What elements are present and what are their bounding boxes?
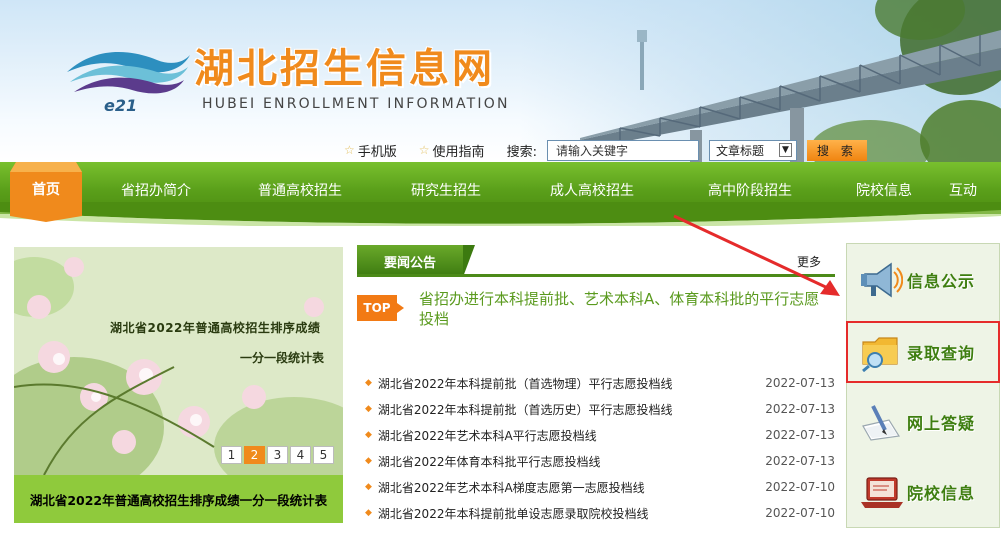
news-item[interactable]: ◆ 湖北省2022年体育本科批平行志愿投档线 2022-07-13 (365, 448, 835, 474)
news-title: 湖北省2022年本科提前批（首选历史）平行志愿投档线 (377, 402, 673, 417)
news-item[interactable]: ◆ 湖北省2022年本科提前批（首选历史）平行志愿投档线 2022-07-13 (365, 396, 835, 422)
news-date: 2022-07-13 (765, 376, 835, 390)
mobile-link[interactable]: ☆ 手机版 (344, 141, 397, 160)
bullet-icon: ◆ (365, 482, 372, 492)
news-title: 湖北省2022年本科提前批单设志愿录取院校投档线 (377, 506, 649, 521)
search-type-value: 文章标题 (715, 143, 764, 158)
pen-paper-icon (862, 405, 900, 441)
laptop-icon (861, 477, 903, 508)
top-toolbar: ☆ 手机版 ☆ 使用指南 搜索: 文章标题 ▼ 搜 索 (344, 139, 867, 161)
bullet-icon: ◆ (365, 404, 372, 414)
nav-item-adult[interactable]: 成人高校招生 (550, 180, 634, 200)
bullet-icon: ◆ (365, 456, 372, 466)
pager-button[interactable]: 4 (290, 446, 311, 464)
folder-search-icon (862, 337, 898, 372)
mobile-label: 手机版 (357, 144, 397, 160)
svg-text:e21: e21 (104, 96, 137, 115)
slide-caption[interactable]: 湖北省2022年普通高校招生排序成绩一分一段统计表 (14, 475, 343, 523)
slide-pager: 1 2 3 4 5 (219, 446, 334, 464)
search-button[interactable]: 搜 索 (806, 139, 867, 161)
bullet-icon: ◆ (365, 430, 372, 440)
slide-title-line1: 湖北省2022年普通高校招生排序成绩 (110, 321, 321, 335)
news-panel: 要闻公告 更多 TOP 省招办进行本科提前批、艺术本科A、体育本科批的平行志愿投… (357, 245, 835, 535)
news-item[interactable]: ◆ 湖北省2022年本科提前批（首选物理）平行志愿投档线 2022-07-13 (365, 370, 835, 396)
pager-button-active[interactable]: 2 (244, 446, 265, 464)
bridge-illustration (580, 0, 1001, 162)
guide-link[interactable]: ☆ 使用指南 (419, 141, 485, 160)
nav-item-graduate[interactable]: 研究生招生 (411, 180, 481, 200)
news-more-link[interactable]: 更多 (797, 253, 821, 270)
nav-item-about[interactable]: 省招办简介 (121, 180, 191, 200)
logo-icon: e21 (67, 51, 190, 115)
pager-button[interactable]: 3 (267, 446, 288, 464)
nav-home-label: 首页 (32, 182, 60, 198)
site-header: e21 湖北招生信息网 HUBEI ENROLLMENT INFORMATION… (0, 0, 1001, 162)
quick-links-sidebar: 信息公示 录取查询 网上答疑 院校信息 (846, 243, 1000, 528)
news-item[interactable]: ◆ 湖北省2022年艺术本科A梯度志愿第一志愿投档线 2022-07-10 (365, 474, 835, 500)
sidebar-item-label: 网上答疑 (907, 414, 976, 433)
megaphone-icon (861, 262, 903, 298)
news-date: 2022-07-13 (765, 454, 835, 468)
sidebar-item-online-qa[interactable]: 网上答疑 (847, 392, 999, 452)
site-title: 湖北招生信息网 (194, 46, 495, 92)
news-list: ◆ 湖北省2022年本科提前批（首选物理）平行志愿投档线 2022-07-13 … (365, 370, 835, 526)
nav-item-undergrad[interactable]: 普通高校招生 (258, 180, 342, 200)
star-icon: ☆ (418, 143, 430, 157)
nav-item-highschool[interactable]: 高中阶段招生 (708, 180, 792, 200)
nav-item-colleges[interactable]: 院校信息 (856, 180, 912, 200)
sidebar-item-label: 信息公示 (907, 272, 976, 291)
news-item[interactable]: ◆ 湖北省2022年本科提前批单设志愿录取院校投档线 2022-07-10 (365, 500, 835, 526)
nav-curve-decoration (0, 202, 1001, 226)
slide-title-line2: 一分一段统计表 (240, 351, 325, 365)
main-nav: 首页 省招办简介 普通高校招生 研究生招生 成人高校招生 高中阶段招生 院校信息… (0, 162, 1001, 226)
chevron-down-icon: ▼ (779, 143, 792, 157)
news-date: 2022-07-10 (765, 480, 835, 494)
pager-button[interactable]: 1 (221, 446, 242, 464)
search-type-select[interactable]: 文章标题 ▼ (708, 139, 797, 161)
slideshow[interactable]: 湖北省2022年普通高校招生排序成绩 一分一段统计表 1 2 3 4 5 湖北省… (14, 247, 343, 523)
sidebar-item-label: 录取查询 (907, 344, 976, 363)
pager-button[interactable]: 5 (313, 446, 334, 464)
nav-item-interact[interactable]: 互动 (949, 180, 977, 200)
sidebar-item-college-info[interactable]: 院校信息 (847, 462, 999, 522)
news-date: 2022-07-13 (765, 428, 835, 442)
news-title: 湖北省2022年本科提前批（首选物理）平行志愿投档线 (377, 376, 673, 391)
sidebar-item-admission-query[interactable]: 录取查询 (847, 322, 999, 382)
news-title: 湖北省2022年艺术本科A平行志愿投档线 (377, 428, 597, 443)
news-title: 湖北省2022年艺术本科A梯度志愿第一志愿投档线 (377, 480, 645, 495)
star-icon: ☆ (344, 143, 355, 157)
news-header-line (357, 274, 835, 277)
news-date: 2022-07-13 (765, 402, 835, 416)
search-label: 搜索: (506, 144, 537, 160)
sidebar-item-label: 院校信息 (907, 484, 976, 503)
site-subtitle: HUBEI ENROLLMENT INFORMATION (202, 96, 510, 112)
news-title: 湖北省2022年体育本科批平行志愿投档线 (377, 454, 601, 469)
bullet-icon: ◆ (365, 508, 372, 518)
top-badge: TOP (357, 295, 404, 321)
news-date: 2022-07-10 (765, 506, 835, 520)
nav-item-home[interactable]: 首页 (10, 162, 82, 222)
sidebar-item-info-notice[interactable]: 信息公示 (847, 250, 999, 310)
news-header: 要闻公告 更多 (357, 245, 835, 277)
search-input[interactable] (546, 139, 699, 161)
bullet-icon: ◆ (365, 378, 372, 388)
news-tab[interactable]: 要闻公告 (357, 245, 475, 277)
top-headline-link[interactable]: 省招办进行本科提前批、艺术本科A、体育本科批的平行志愿投档 (419, 289, 827, 329)
news-item[interactable]: ◆ 湖北省2022年艺术本科A平行志愿投档线 2022-07-13 (365, 422, 835, 448)
guide-label: 使用指南 (432, 144, 485, 160)
